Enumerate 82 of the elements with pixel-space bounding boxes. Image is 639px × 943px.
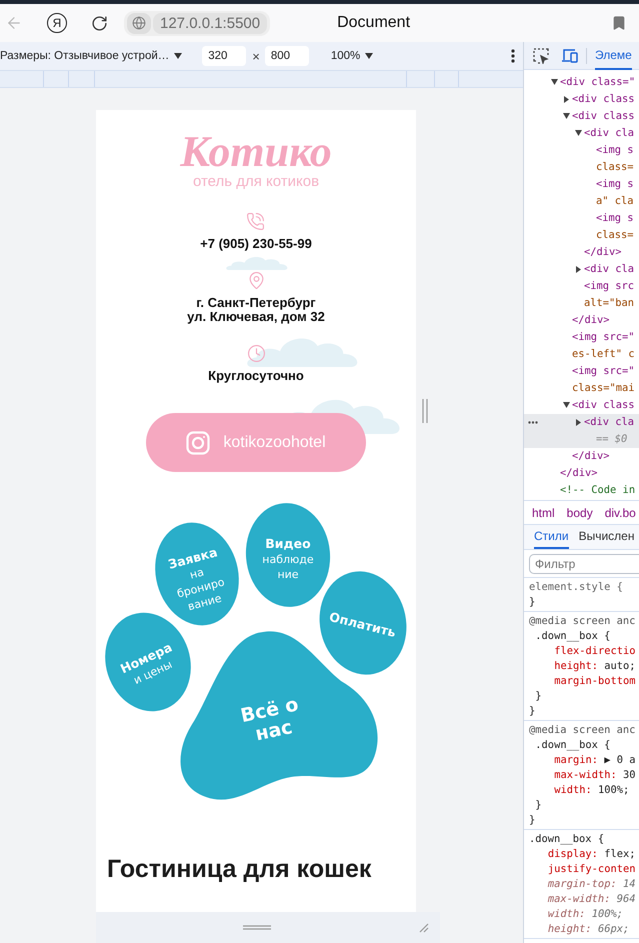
dom-tree-node[interactable]: <div class xyxy=(524,91,639,108)
css-declaration: height: auto; xyxy=(553,659,637,674)
clock-icon xyxy=(246,344,266,363)
instagram-icon xyxy=(186,430,210,454)
more-icon[interactable] xyxy=(528,421,538,424)
css-declaration: flex-directio xyxy=(553,644,637,659)
dom-tree-node[interactable]: <img s class= xyxy=(524,210,639,244)
closing-brace: } xyxy=(534,798,543,813)
dom-tree-node[interactable]: <img s class= xyxy=(524,142,639,176)
dom-tree-node[interactable]: <div cla xyxy=(524,261,639,278)
breadcrumb-link[interactable]: body xyxy=(566,506,593,520)
caret-icon xyxy=(365,53,374,59)
media-query: @media screen anc xyxy=(529,723,636,738)
collapse-triangle-icon[interactable] xyxy=(574,130,584,137)
device-toggle-icon[interactable] xyxy=(561,48,579,64)
cloud-drawing xyxy=(225,254,290,270)
more-options-button[interactable] xyxy=(511,49,515,63)
contact-text: +7 (905) 230-55-99 xyxy=(200,237,312,251)
inspect-element-icon[interactable] xyxy=(533,48,549,64)
dom-tree-node[interactable]: <img src=" es-left" c xyxy=(524,329,639,363)
collapse-triangle-icon[interactable] xyxy=(562,402,572,409)
phone-icon xyxy=(246,212,266,231)
tagline: отель для котиков xyxy=(192,174,320,190)
zoom-dropdown[interactable]: 100% xyxy=(330,50,374,62)
css-declaration: margin-top: 14 xyxy=(546,877,636,892)
css-selector: .down__box { xyxy=(534,738,612,753)
dom-tree-node[interactable]: <div class xyxy=(524,397,639,414)
caret-icon xyxy=(174,53,182,59)
dom-tree-node[interactable]: <div class=" xyxy=(524,74,639,91)
closing-brace: } xyxy=(534,689,543,704)
dom-closing-tag[interactable]: </div> xyxy=(524,244,639,261)
css-declaration: width: 100%; xyxy=(553,783,630,798)
collapse-triangle-icon[interactable] xyxy=(550,79,560,86)
dom-tree-node[interactable]: <div class xyxy=(524,108,639,125)
reload-icon xyxy=(90,14,108,32)
dom-tree-node[interactable]: <div cla == $0 xyxy=(524,414,639,448)
css-declaration: width: 100%; xyxy=(546,907,624,922)
width-input[interactable]: 320 xyxy=(202,46,246,66)
closing-brace: } xyxy=(529,704,536,719)
closing-brace: } xyxy=(529,595,536,610)
resize-handle[interactable] xyxy=(422,399,428,423)
dom-tree-node[interactable]: <div cla xyxy=(524,125,639,142)
css-declaration: justify-conten xyxy=(546,862,636,877)
collapse-triangle-icon[interactable] xyxy=(562,113,572,120)
css-selector: .down__box { xyxy=(529,832,606,847)
times-sign: × xyxy=(252,48,260,64)
css-declaration: margin: ▶ 0 a xyxy=(553,753,637,768)
css-declaration: max-width: 964 xyxy=(546,892,636,907)
media-query: @media screen anc xyxy=(529,614,636,629)
closing-brace: } xyxy=(529,813,536,828)
dom-tree-node[interactable]: <!-- Code in xyxy=(524,482,639,499)
dimensions-dropdown[interactable]: Размеры: Отзывчивое устрой… xyxy=(0,50,182,62)
more-options-icon xyxy=(511,49,515,63)
styles-tab[interactable]: Вычислен xyxy=(578,525,634,549)
css-declaration: display: flex; xyxy=(546,847,636,862)
dom-closing-tag[interactable]: </div> xyxy=(524,312,639,329)
height-input[interactable]: 800 xyxy=(264,46,309,66)
css-selector: element.style { xyxy=(529,580,624,595)
breadcrumb-link[interactable]: html xyxy=(532,506,555,520)
logo-text: Котико xyxy=(180,132,332,172)
css-selector: .down__box { xyxy=(534,629,612,644)
dom-tree-node[interactable]: <img src=" class="mai xyxy=(524,363,639,397)
styles-tab[interactable]: Стили xyxy=(534,525,569,549)
site-info-button[interactable] xyxy=(127,12,151,34)
dom-closing-tag[interactable]: </div> xyxy=(524,465,639,482)
css-declaration: height: 66px; xyxy=(546,922,630,937)
css-declaration: max-width: 30 xyxy=(553,768,637,783)
page-title: Document xyxy=(337,14,410,32)
dom-closing-tag[interactable]: </div> xyxy=(524,448,639,465)
dom-tree-node[interactable]: <img s a" cla xyxy=(524,176,639,210)
page-heading: Гостиница для кошек xyxy=(106,854,372,884)
dom-tree-node[interactable]: <img src alt="ban xyxy=(524,278,639,312)
bookmark-icon xyxy=(611,15,627,31)
css-declaration: margin-bottom xyxy=(553,674,637,689)
breadcrumb-link[interactable]: div.bo xyxy=(604,506,636,520)
resize-handle[interactable] xyxy=(243,925,271,930)
globe-icon xyxy=(132,16,146,30)
contact-text: г. Санкт-Петербург ул. Ключевая, дом 32 xyxy=(187,296,325,324)
filter-input[interactable]: Фильтр xyxy=(529,554,639,574)
location-pin-icon xyxy=(246,271,266,290)
contact-text: Круглосуточно xyxy=(208,369,304,383)
url-field[interactable]: 127.0.0.1:5500 xyxy=(153,12,268,34)
